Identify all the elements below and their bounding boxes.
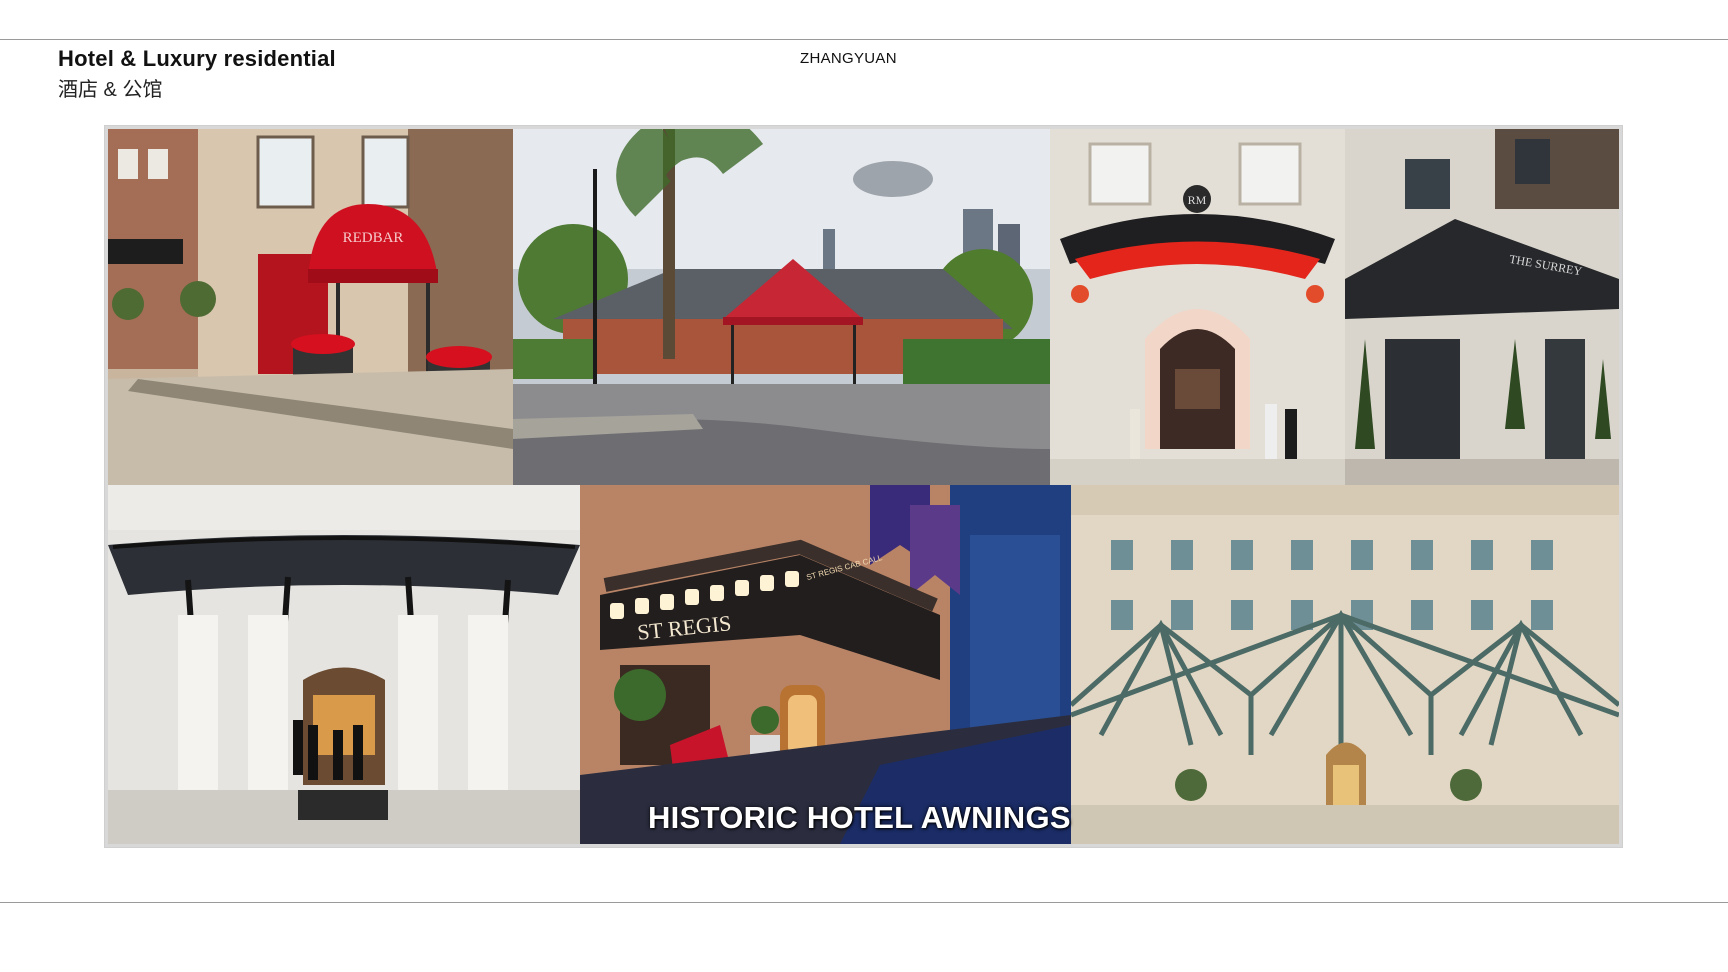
- photo-royal-monceau-awning: RM: [1050, 129, 1345, 485]
- photo-redbar-awning: REDBAR: [108, 129, 513, 485]
- photo-steel-glass-canopy: [1071, 485, 1619, 844]
- collage-caption: HISTORIC HOTEL AWNINGS: [648, 800, 1071, 835]
- photo-collage: REDBAR RM THE SURREY ST REGIS ST REGIS C…: [105, 126, 1622, 847]
- bottom-rule: [0, 902, 1728, 903]
- redbar-sign: REDBAR: [343, 230, 404, 246]
- rm-monogram: RM: [1188, 193, 1207, 207]
- page-subtitle-chinese: 酒店 & 公馆: [58, 79, 163, 101]
- photo-tavern-awning: [513, 129, 1050, 485]
- photo-st-regis-marquee: ST REGIS ST REGIS CAB CALL: [580, 485, 1071, 844]
- photo-surrey-canopy: THE SURREY: [1345, 129, 1619, 485]
- page-title: Hotel & Luxury residential: [58, 46, 336, 71]
- brand-name: ZHANGYUAN: [800, 50, 897, 67]
- photo-glass-marquee: [108, 485, 580, 844]
- top-rule: [0, 39, 1728, 40]
